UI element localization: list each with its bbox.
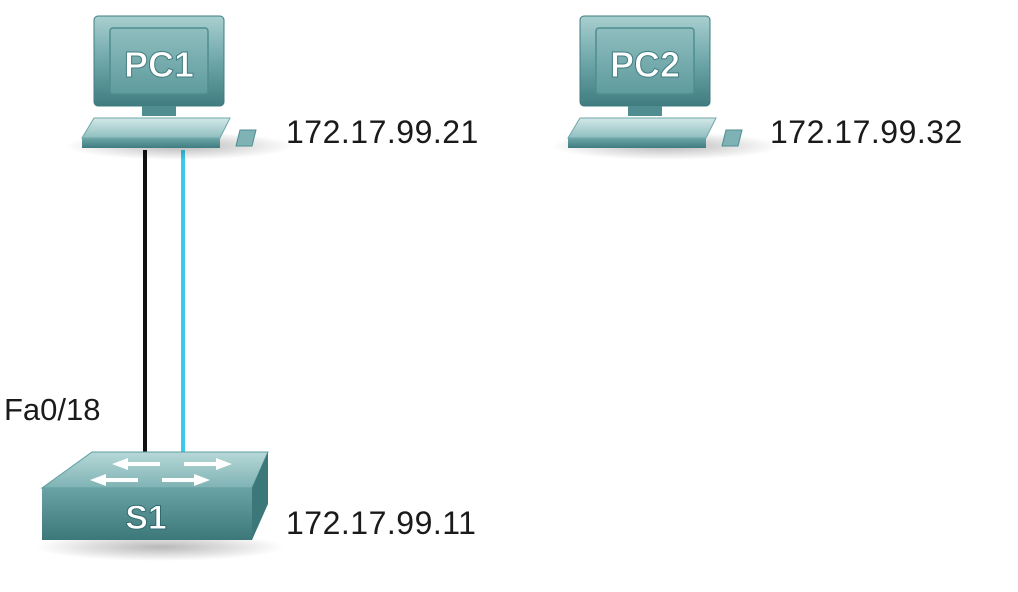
s1-label: S1 bbox=[125, 499, 167, 537]
s1-switch-top bbox=[40, 451, 269, 489]
switch-port-label: Fa0/18 bbox=[4, 392, 101, 427]
pc1-computer-icon[interactable] bbox=[65, 15, 295, 160]
network-topology-diagram: PC1 PC2 S1 bbox=[35, 15, 781, 561]
pc2-computer-icon[interactable] bbox=[551, 15, 781, 160]
pc1-label: PC1 bbox=[124, 44, 194, 85]
pc1-ip-address: 172.17.99.21 bbox=[286, 114, 479, 150]
pc2-ip-address: 172.17.99.32 bbox=[770, 114, 963, 150]
pc2-label: PC2 bbox=[610, 44, 680, 85]
s1-ip-address: 172.17.99.11 bbox=[286, 505, 477, 541]
